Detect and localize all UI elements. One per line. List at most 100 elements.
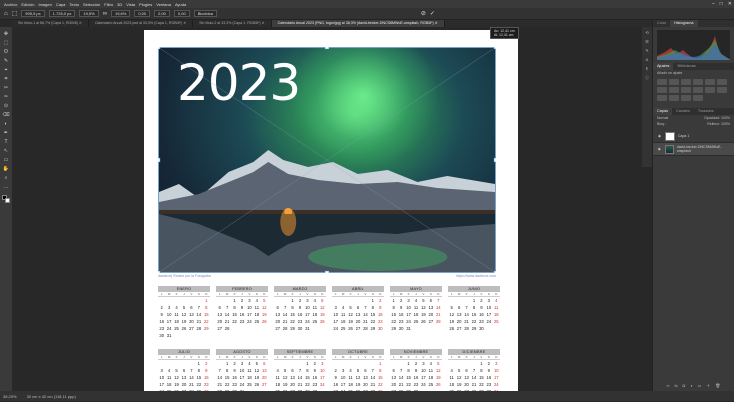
paragraph-icon[interactable]: ¶: [646, 66, 648, 71]
lookup-icon[interactable]: [705, 87, 715, 93]
day-cell: 21: [297, 382, 303, 387]
home-icon[interactable]: ⌂: [4, 11, 8, 17]
tab-color[interactable]: Color: [653, 20, 670, 27]
invert-icon[interactable]: [717, 87, 727, 93]
document-tab[interactable]: Sin título-2 al 33,3% (Capa 1, RGB/8*) ✕: [193, 20, 272, 27]
levels-icon[interactable]: [669, 79, 679, 85]
zoom-level[interactable]: 38,29%: [3, 394, 17, 399]
tab-histogram[interactable]: Histograma: [670, 20, 698, 27]
angle-field[interactable]: 0,00: [134, 10, 151, 17]
menu-item[interactable]: Plugins: [137, 2, 154, 7]
tool-icon[interactable]: ⬚: [3, 40, 10, 46]
tool-icon[interactable]: ✑: [3, 94, 10, 100]
tab-libraries[interactable]: Bibliotecas: [673, 63, 699, 70]
posterize-icon[interactable]: [657, 95, 667, 101]
link-icon[interactable]: ∞: [103, 11, 107, 17]
interpolation-select[interactable]: Bicúbica: [193, 10, 217, 17]
menu-item[interactable]: Archivo: [2, 2, 19, 7]
document-tab[interactable]: Calendario Anual 2023.psd al 33,3% (Capa…: [89, 20, 194, 27]
canvas-area[interactable]: 2023 davidroe| Recibe por la Fotografía …: [12, 27, 652, 401]
properties-icon[interactable]: ☰: [645, 39, 649, 44]
background-color[interactable]: [5, 198, 10, 203]
menu-item[interactable]: Imagen: [36, 2, 53, 7]
exposure-icon[interactable]: [693, 79, 703, 85]
trash-icon[interactable]: 🗑: [715, 383, 720, 389]
aurora-photo[interactable]: 2023: [158, 47, 496, 273]
day-cell: 9: [205, 368, 208, 373]
menu-item[interactable]: Ventana: [154, 2, 173, 7]
x-field[interactable]: 995,5 px: [21, 10, 45, 17]
tab-paths[interactable]: Trazados: [694, 108, 718, 115]
menu-item[interactable]: Vista: [124, 2, 137, 7]
y-field[interactable]: 1.726,0 px: [48, 10, 76, 17]
curves-icon[interactable]: [681, 79, 691, 85]
transform-tool-icon[interactable]: ⬚: [12, 10, 18, 17]
tool-icon[interactable]: ◐: [3, 121, 10, 127]
fill-field[interactable]: 100%: [721, 122, 730, 126]
tool-icon[interactable]: ✒: [3, 130, 10, 136]
minimize-icon[interactable]: –: [712, 1, 715, 7]
tool-icon[interactable]: ✥: [3, 31, 10, 37]
selective-color-icon[interactable]: [693, 95, 703, 101]
opacity-field[interactable]: 100%: [721, 116, 730, 120]
bw-icon[interactable]: [669, 87, 679, 93]
tool-icon[interactable]: ✂: [3, 85, 10, 91]
tab-channels[interactable]: Canales: [672, 108, 694, 115]
menu-item[interactable]: 3D: [115, 2, 124, 7]
menu-item[interactable]: Texto: [67, 2, 81, 7]
tool-icon[interactable]: ⌗: [3, 76, 10, 82]
tab-layers[interactable]: Capas: [653, 108, 672, 115]
info-icon[interactable]: ⓘ: [645, 75, 649, 81]
vibrance-icon[interactable]: [705, 79, 715, 85]
tool-icon[interactable]: ⊙: [3, 103, 10, 109]
character-icon[interactable]: A: [646, 57, 649, 62]
channel-mixer-icon[interactable]: [693, 87, 703, 93]
blend-mode-select[interactable]: Normal: [657, 116, 668, 120]
color-balance-icon[interactable]: [657, 87, 667, 93]
adjustment-layer-icon[interactable]: ◑: [690, 383, 692, 389]
layer-row[interactable]: ◉ Capa 1: [653, 130, 734, 143]
gradient-map-icon[interactable]: [681, 95, 691, 101]
visibility-eye-icon[interactable]: ◉: [657, 147, 662, 151]
tool-icon[interactable]: ↖: [3, 148, 10, 154]
tool-icon[interactable]: …: [3, 184, 10, 190]
link-layers-icon[interactable]: ∞: [667, 383, 670, 389]
tab-adjust[interactable]: Ajustes: [653, 63, 674, 70]
brightness-icon[interactable]: [657, 79, 667, 85]
tool-icon[interactable]: ✋: [3, 166, 10, 172]
hue-icon[interactable]: [717, 79, 727, 85]
document-tab[interactable]: Sin título-1 al 66,7% (Capa 1, RGB/8) ✕: [12, 20, 89, 27]
new-layer-icon[interactable]: ＋: [706, 383, 710, 389]
document-tab[interactable]: Calendario Anual 2023 (PNG, fogonjpg) al…: [271, 20, 445, 27]
menu-item[interactable]: Filtro: [102, 2, 115, 7]
h-skew-field[interactable]: 0,00: [154, 10, 170, 17]
width-field[interactable]: 19,5%: [79, 10, 99, 17]
brush-icon[interactable]: ✎: [645, 48, 648, 53]
mask-icon[interactable]: ◘: [683, 383, 685, 389]
threshold-icon[interactable]: [669, 95, 679, 101]
tool-icon[interactable]: ▭: [3, 157, 10, 163]
maximize-icon[interactable]: □: [720, 1, 723, 7]
fx-icon[interactable]: fx: [675, 383, 678, 389]
tool-icon[interactable]: T: [3, 139, 10, 145]
folder-icon[interactable]: ▭: [697, 383, 701, 389]
height-field[interactable]: 19,6%: [110, 10, 131, 17]
tool-icon[interactable]: ⌫: [3, 112, 10, 118]
close-icon[interactable]: ✕: [728, 1, 732, 7]
v-skew-field[interactable]: 0,00: [173, 10, 190, 17]
menu-item[interactable]: Ayuda: [173, 2, 188, 7]
commit-transform-icon[interactable]: ✓: [430, 10, 435, 17]
tool-icon[interactable]: ʘ: [3, 49, 10, 55]
menu-item[interactable]: Capa: [54, 2, 68, 7]
layer-row[interactable]: ◉ david-becker-DNCS6MWuE-unsplash: [653, 143, 734, 156]
cancel-transform-icon[interactable]: ⊘: [421, 10, 426, 17]
color-swatches[interactable]: [2, 195, 10, 203]
menu-item[interactable]: Edición: [19, 2, 36, 7]
menu-item[interactable]: Selección: [81, 2, 102, 7]
tool-icon[interactable]: ⌖: [3, 67, 10, 73]
tool-icon[interactable]: ✎: [3, 58, 10, 64]
visibility-eye-icon[interactable]: ◉: [657, 134, 662, 138]
tool-icon[interactable]: ⌕: [3, 175, 10, 181]
history-icon[interactable]: ⟲: [645, 30, 648, 35]
photo-filter-icon[interactable]: [681, 87, 691, 93]
